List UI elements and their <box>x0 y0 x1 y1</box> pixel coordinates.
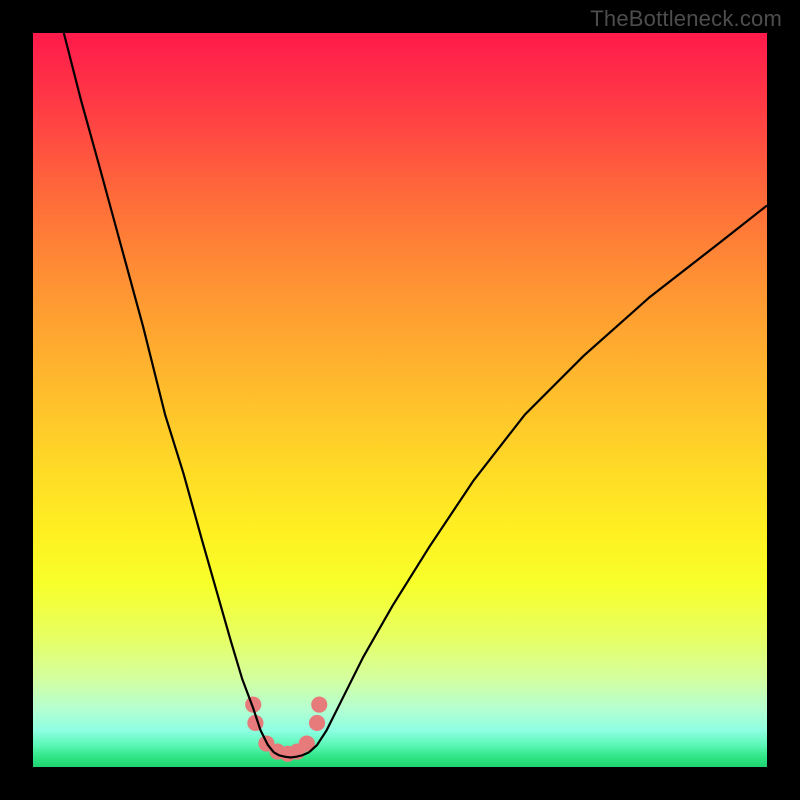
curve-layer <box>33 33 767 767</box>
highlight-dot <box>309 715 325 731</box>
left-curve <box>64 33 274 752</box>
highlight-dot <box>311 697 327 713</box>
highlight-dots-group <box>245 697 327 762</box>
plot-area <box>33 33 767 767</box>
right-curve <box>309 205 767 752</box>
chart-frame: TheBottleneck.com <box>0 0 800 800</box>
watermark-text: TheBottleneck.com <box>590 6 782 32</box>
